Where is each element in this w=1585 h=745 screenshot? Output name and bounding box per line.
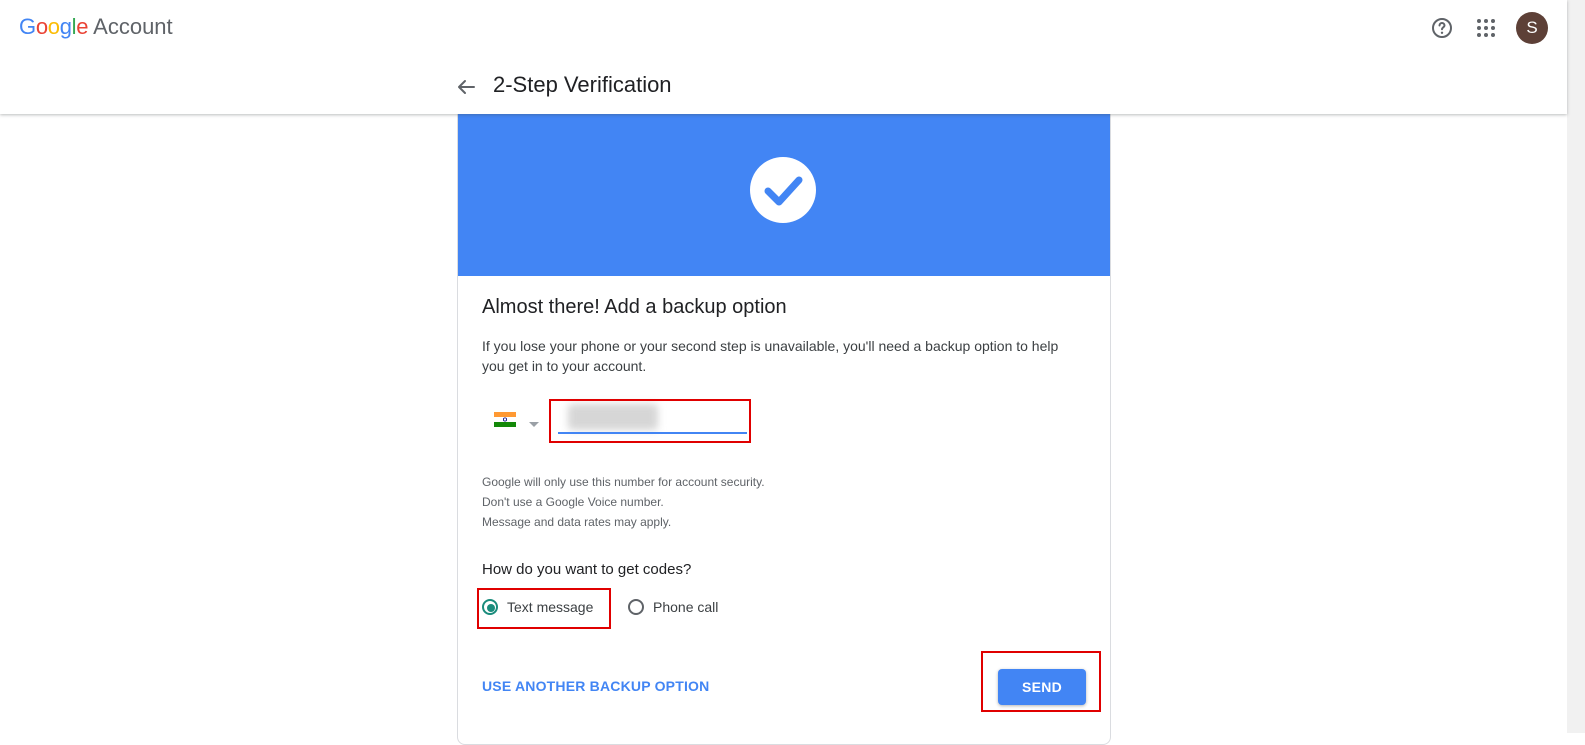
- apps-grid-icon: [1477, 19, 1495, 37]
- avatar[interactable]: S: [1516, 12, 1548, 44]
- arrow-back-icon: [458, 80, 475, 94]
- google-apps-button[interactable]: [1474, 16, 1498, 40]
- google-account-logo[interactable]: Google Account: [19, 14, 173, 44]
- card-description: If you lose your phone or your second st…: [482, 338, 1059, 374]
- card-title: Almost there! Add a backup option: [482, 296, 787, 318]
- option-label: Text message: [507, 599, 594, 615]
- backup-option-card: Almost there! Add a backup option If you…: [457, 103, 1111, 745]
- note-line: Google will only use this number for acc…: [482, 475, 765, 489]
- account-label: Account: [93, 14, 173, 39]
- note-line: Message and data rates may apply.: [482, 515, 672, 529]
- country-dropdown-button[interactable]: [528, 416, 540, 427]
- help-circle-icon: [1432, 18, 1452, 38]
- option-label: Phone call: [653, 599, 719, 615]
- help-button[interactable]: [1430, 16, 1454, 40]
- check-circle-icon: [750, 157, 816, 223]
- google-wordmark: Google: [19, 14, 89, 39]
- codes-method-question: How do you want to get codes?: [482, 561, 692, 578]
- radio-unselected-icon[interactable]: [628, 599, 644, 615]
- option-text-message[interactable]: Text message: [482, 599, 593, 615]
- success-banner: [458, 104, 1110, 276]
- page-scrollbar[interactable]: [1567, 0, 1585, 733]
- app-header: Google Account S 2-Step Verification: [0, 0, 1567, 114]
- note-line: Don't use a Google Voice number.: [482, 495, 664, 509]
- caret-down-icon: [529, 422, 539, 427]
- send-button[interactable]: SEND: [998, 669, 1086, 705]
- phone-usage-notes: Google will only use this number for acc…: [482, 472, 765, 532]
- radio-selected-icon[interactable]: [482, 599, 498, 615]
- option-phone-call[interactable]: Phone call: [628, 599, 718, 615]
- back-button[interactable]: [454, 75, 478, 99]
- phone-number-input[interactable]: [558, 408, 747, 434]
- use-another-backup-option-link[interactable]: USE ANOTHER BACKUP OPTION: [482, 678, 709, 694]
- india-flag-icon[interactable]: [494, 412, 516, 427]
- page-title: 2-Step Verification: [493, 72, 672, 97]
